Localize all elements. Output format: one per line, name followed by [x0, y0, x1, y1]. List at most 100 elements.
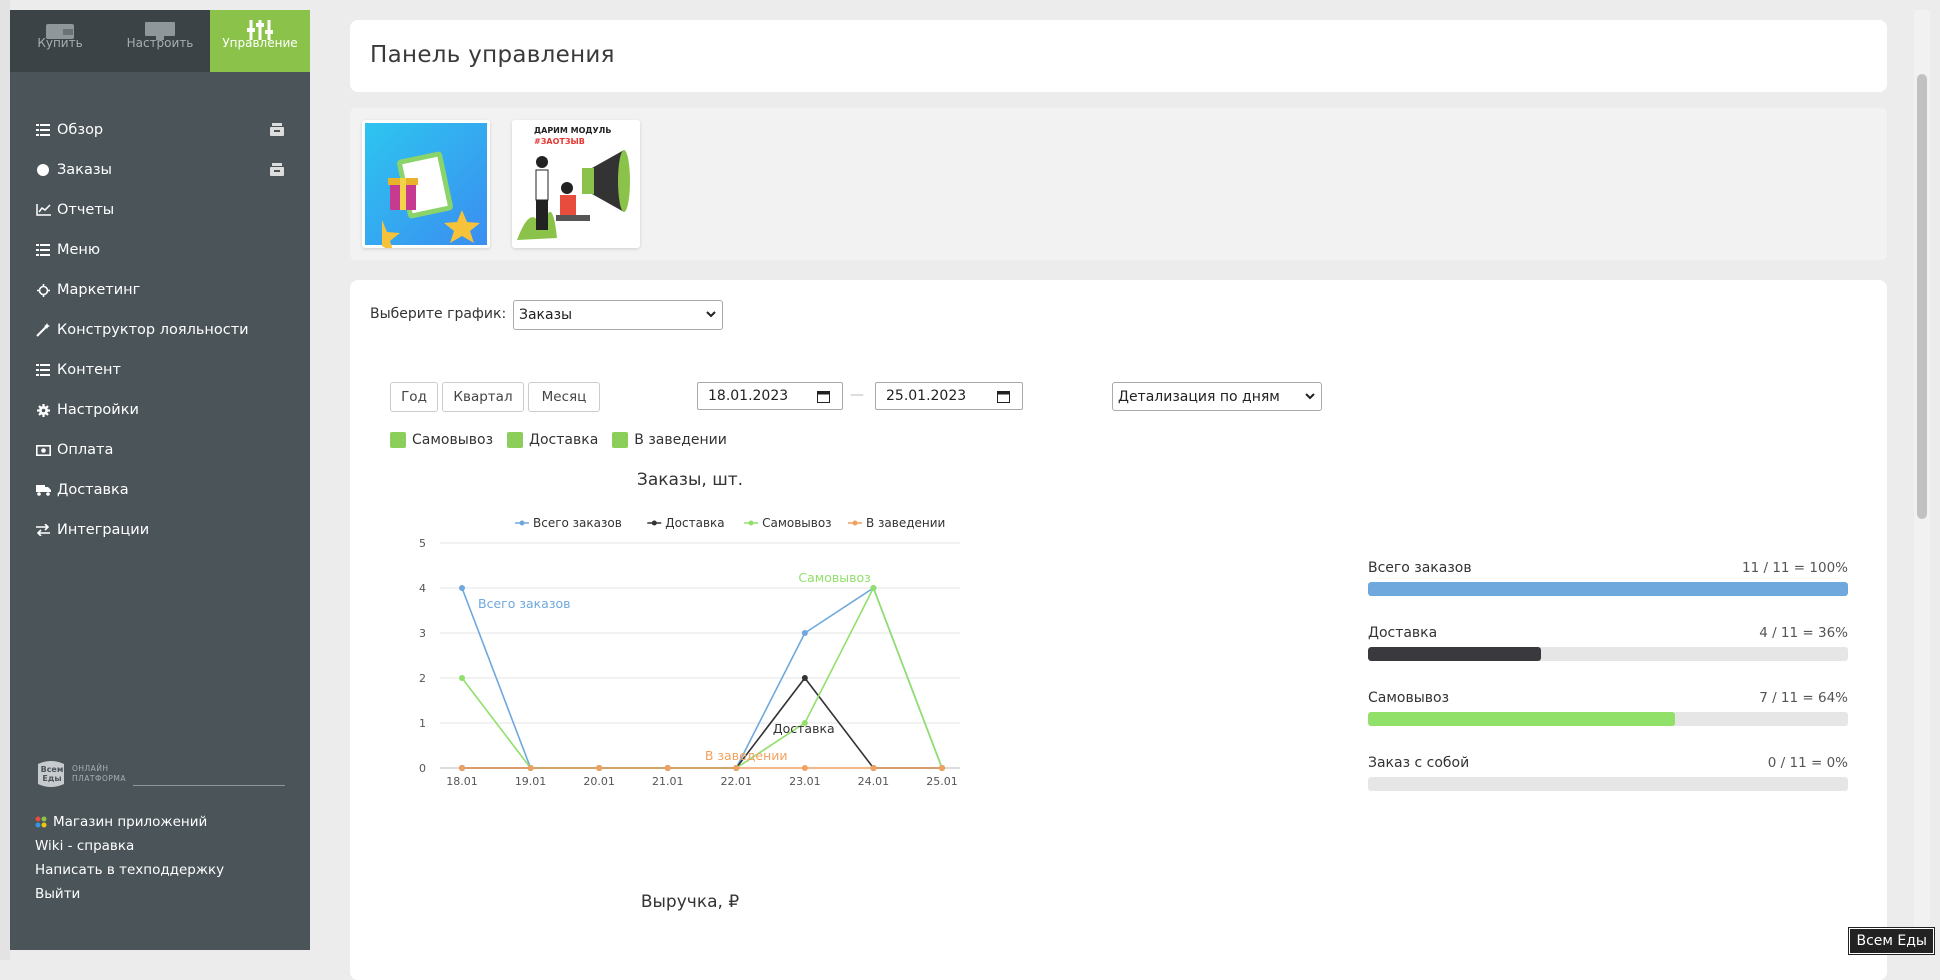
sidebar-item-label: Заказы — [57, 162, 112, 178]
stat-name: Доставка — [1368, 625, 1438, 641]
logout-link[interactable]: Выйти — [35, 882, 224, 906]
stat-track — [1368, 712, 1848, 726]
scrollbar-thumb[interactable] — [1917, 74, 1927, 519]
list-icon — [36, 364, 50, 376]
x-tick-label: 24.01 — [858, 775, 890, 788]
truck-icon — [35, 485, 51, 496]
stat-value: 11 / 11 = 100% — [1742, 560, 1848, 576]
stat-value: 7 / 11 = 64% — [1759, 690, 1848, 706]
data-point — [870, 585, 877, 591]
list-icon — [36, 124, 50, 136]
series-annotation: Всего заказов — [478, 596, 571, 611]
stat-name: Всего заказов — [1368, 560, 1472, 576]
filter-onsite[interactable]: В заведении — [612, 432, 727, 448]
app-store-link[interactable]: Магазин приложений — [35, 810, 224, 834]
orders-chart-svg: Всего заказов Доставка Самовывоз В заведени… — [419, 516, 960, 788]
x-tick-label: 23.01 — [789, 775, 821, 788]
checkbox-pickup[interactable] — [390, 432, 406, 448]
period-quarter-button[interactable]: Квартал — [442, 382, 524, 412]
page-header: Панель управления — [350, 20, 1887, 92]
detail-select[interactable]: Детализация по дням — [1112, 382, 1322, 411]
legend-marker — [519, 520, 525, 526]
promo-line-2: #ЗАОТЗЫВ — [534, 137, 585, 146]
data-point — [459, 765, 465, 771]
legend-label: Самовывоз — [762, 516, 831, 530]
sidebar-item-orders[interactable]: Заказы — [10, 150, 310, 190]
tab-manage[interactable]: Управление — [210, 10, 310, 72]
sidebar-item-integrations[interactable]: Интеграции — [10, 510, 310, 550]
sidebar-item-label: Маркетинг — [57, 282, 141, 298]
sidebar-item-settings[interactable]: Настройки — [10, 390, 310, 430]
data-point — [801, 765, 808, 771]
sidebar-item-label: Обзор — [57, 122, 104, 138]
x-tick-label: 18.01 — [446, 775, 478, 788]
tab-manage-label: Управление — [222, 36, 298, 50]
exchange-icon — [36, 524, 50, 536]
calendar-icon[interactable] — [817, 390, 830, 403]
legend-marker — [651, 520, 657, 526]
checkbox-delivery[interactable] — [507, 432, 524, 448]
filter-delivery[interactable]: Доставка — [507, 432, 598, 448]
archive-icon — [270, 163, 284, 176]
survey-banner[interactable] — [362, 120, 490, 248]
tab-setup[interactable]: Настроить — [110, 10, 210, 72]
chevron-down-icon — [1305, 392, 1315, 399]
data-point — [733, 765, 740, 771]
date-from-input[interactable]: 18.01.2023 — [697, 382, 843, 410]
calendar-icon[interactable] — [997, 390, 1010, 403]
stat-name: Заказ с собой — [1368, 755, 1470, 771]
sidebar-item-loyalty[interactable]: Конструктор лояльности — [10, 310, 310, 350]
filter-label: В заведении — [634, 432, 727, 448]
data-point — [664, 765, 671, 771]
stat-name: Самовывоз — [1368, 690, 1450, 706]
gear-icon — [36, 403, 50, 417]
banner-strip: ДАРИМ МОДУЛЬ #ЗАОТЗЫВ — [350, 108, 1887, 260]
series-annotation: Доставка — [773, 721, 835, 736]
filter-pickup[interactable]: Самовывоз — [390, 432, 493, 448]
sidebar-item-content[interactable]: Контент — [10, 350, 310, 390]
legend-label: Всего заказов — [533, 516, 622, 530]
data-point — [870, 765, 877, 771]
stat-track — [1368, 647, 1848, 661]
app-store-label: Магазин приложений — [53, 814, 208, 830]
sidebar-item-label: Настройки — [57, 402, 139, 418]
period-month-button[interactable]: Месяц — [528, 382, 600, 412]
tab-buy[interactable]: Купить — [10, 10, 110, 72]
tooltip: Всем Еды — [1849, 928, 1934, 954]
stat-track — [1368, 777, 1848, 791]
support-link[interactable]: Написать в техподдержку — [35, 858, 224, 882]
wiki-link[interactable]: Wiki - справка — [35, 834, 224, 858]
period-year-button[interactable]: Год — [390, 382, 438, 412]
sidebar: Купить Настроить Управление Обзор Заказы… — [10, 10, 310, 950]
platform-logo: Всем Еды ОНЛАЙН ПЛАТФОРМА — [35, 760, 285, 800]
stat-bar — [1368, 712, 1676, 726]
sidebar-item-menu[interactable]: Меню — [10, 230, 310, 270]
sidebar-item-payment[interactable]: Оплата — [10, 430, 310, 470]
x-tick-label: 19.01 — [515, 775, 547, 788]
date-from-value: 18.01.2023 — [708, 388, 789, 404]
y-tick-label: 3 — [419, 627, 426, 640]
data-point — [459, 585, 465, 591]
y-tick-label: 0 — [419, 762, 426, 775]
sidebar-item-delivery[interactable]: Доставка — [10, 470, 310, 510]
y-tick-label: 2 — [419, 672, 426, 685]
date-to-value: 25.01.2023 — [886, 388, 967, 404]
promo-banner[interactable]: ДАРИМ МОДУЛЬ #ЗАОТЗЫВ — [512, 120, 640, 248]
chart-select[interactable]: Заказы — [513, 300, 723, 330]
chart-select-label: Выберите график: — [370, 306, 507, 322]
sidebar-nav: Обзор Заказы Отчеты Меню Маркетинг Конст… — [10, 110, 310, 550]
page-title: Панель управления — [370, 42, 615, 68]
date-to-input[interactable]: 25.01.2023 — [875, 382, 1023, 410]
circle-icon — [37, 164, 49, 176]
sidebar-item-overview[interactable]: Обзор — [10, 110, 310, 150]
sidebar-item-label: Интеграции — [57, 522, 150, 538]
sidebar-item-reports[interactable]: Отчеты — [10, 190, 310, 230]
checkbox-onsite[interactable] — [612, 432, 629, 448]
sidebar-item-marketing[interactable]: Маркетинг — [10, 270, 310, 310]
y-tick-label: 5 — [419, 537, 426, 550]
tab-setup-label: Настроить — [126, 36, 194, 50]
revenue-chart-title: Выручка, ₽ — [640, 892, 740, 912]
page-scrollbar[interactable] — [1914, 10, 1930, 950]
sidebar-item-label: Оплата — [57, 442, 114, 458]
archive-icon — [270, 123, 284, 136]
